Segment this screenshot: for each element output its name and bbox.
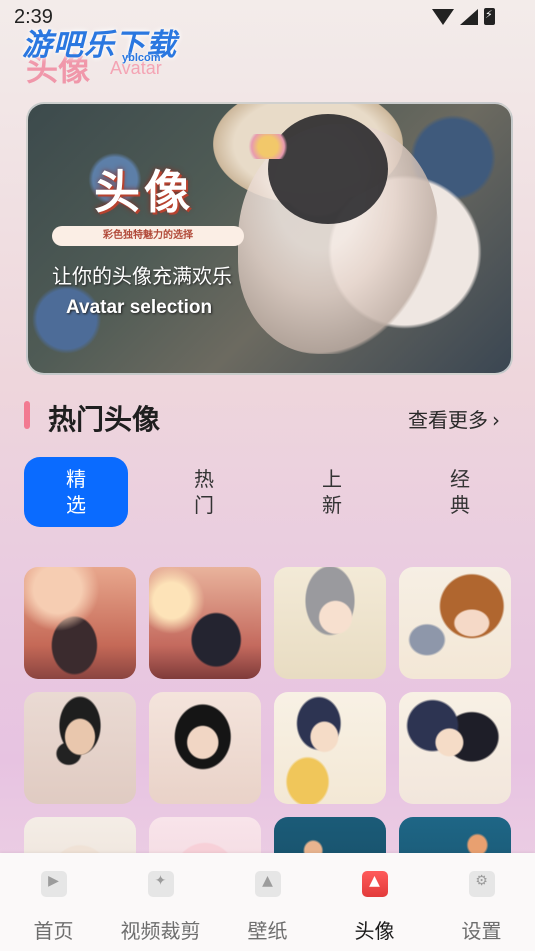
tab-label: 精选 (66, 467, 86, 517)
tab-popular[interactable]: 热门 (152, 457, 256, 527)
banner-slogan: 让你的头像充满欢乐 (52, 264, 232, 288)
signal-icon (460, 8, 478, 25)
banner-pill: 彩色独特魅力的选择 (52, 226, 244, 246)
nav-label: 视频裁剪 (120, 919, 201, 943)
watermark-domain: yblcom (122, 52, 161, 64)
hero-banner[interactable]: 头像 彩色独特魅力的选择 让你的头像充满欢乐 Avatar selection (26, 102, 513, 375)
tab-classic[interactable]: 经典 (408, 457, 512, 527)
see-more-link[interactable]: 查看更多 › (408, 404, 500, 433)
tab-label: 上新 (322, 467, 342, 517)
bottom-navigation: ▶ 首页 ✦ 视频裁剪 ▲ 壁纸 ▲ 头像 ⚙ 设置 (0, 853, 535, 951)
avatar-thumbnail[interactable] (149, 567, 261, 679)
banner-english: Avatar selection (66, 297, 213, 318)
nav-item-video-crop[interactable]: ✦ 视频裁剪 (107, 853, 214, 951)
tab-label: 热门 (194, 467, 214, 517)
banner-flowers-shape (238, 134, 298, 159)
status-icons (432, 8, 495, 25)
tab-featured[interactable]: 精选 (24, 457, 128, 527)
nav-item-wallpaper[interactable]: ▲ 壁纸 (214, 853, 321, 951)
avatar-thumbnail[interactable] (24, 692, 136, 804)
magic-wand-icon-glyph: ✦ (154, 873, 167, 889)
nav-item-avatar[interactable]: ▲ 头像 (321, 853, 428, 951)
section-title: 热门头像 (48, 403, 161, 436)
video-icon-glyph: ▶ (48, 873, 59, 889)
section-accent-bar (24, 401, 30, 429)
avatar-thumbnail[interactable] (24, 567, 136, 679)
tab-label: 经典 (450, 467, 470, 517)
settings-icon-glyph: ⚙ (475, 873, 488, 889)
nav-item-home[interactable]: ▶ 首页 (0, 853, 107, 951)
nav-label: 首页 (33, 919, 74, 943)
image-icon-glyph: ▲ (262, 873, 273, 889)
nav-label: 壁纸 (247, 919, 288, 943)
avatar-thumbnail[interactable] (274, 692, 386, 804)
avatar-image-icon-glyph: ▲ (369, 873, 380, 889)
tab-new[interactable]: 上新 (280, 457, 384, 527)
nav-label: 设置 (461, 919, 502, 943)
battery-icon (484, 8, 495, 25)
avatar-thumbnail[interactable] (149, 692, 261, 804)
banner-title: 头像 (94, 165, 194, 219)
avatar-thumbnail[interactable] (399, 567, 511, 679)
wifi-icon (432, 8, 454, 25)
see-more-label: 查看更多 (408, 408, 488, 432)
category-tabs: 精选 热门 上新 经典 (24, 457, 512, 527)
banner-hair-shape (268, 114, 388, 224)
avatar-thumbnail[interactable] (274, 567, 386, 679)
avatar-thumbnail[interactable] (399, 692, 511, 804)
chevron-right-icon: › (492, 408, 500, 432)
nav-label: 头像 (354, 919, 395, 943)
nav-item-settings[interactable]: ⚙ 设置 (428, 853, 535, 951)
